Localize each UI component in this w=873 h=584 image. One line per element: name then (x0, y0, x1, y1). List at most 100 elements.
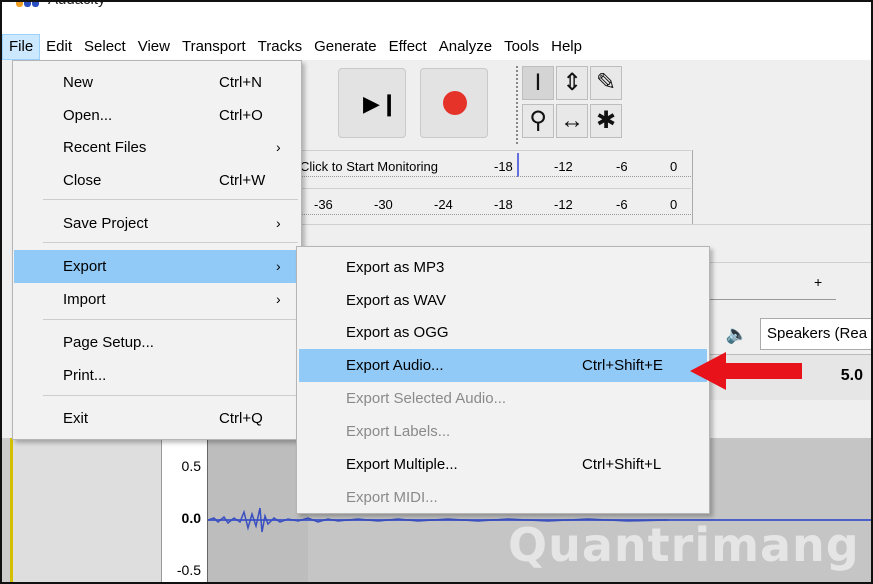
file-menu: New Ctrl+N Open... Ctrl+O Recent Files ›… (12, 60, 302, 440)
menu-item-label: Exit (63, 410, 89, 427)
track-control-panel[interactable] (10, 438, 162, 582)
toolbar-divider (298, 224, 871, 225)
menu-item-page-setup[interactable]: Page Setup... (14, 326, 300, 359)
menu-item-print[interactable]: Print... (14, 359, 300, 392)
menu-tracks[interactable]: Tracks (252, 34, 308, 60)
watermark: Quantrimang (508, 518, 860, 572)
annotation-arrow-icon (690, 352, 802, 390)
y-axis-label: 0.5 (181, 458, 201, 474)
menu-item-label: Export as OGG (346, 324, 449, 341)
chevron-right-icon: › (276, 215, 281, 231)
selection-tool-icon[interactable]: I (522, 66, 554, 100)
export-submenu: Export as MP3 Export as WAV Export as OG… (296, 246, 710, 514)
menu-item-label: Export (63, 258, 107, 275)
plus-icon: + (814, 274, 823, 290)
menu-item-label: Export as WAV (346, 292, 447, 309)
menu-item-shortcut: Ctrl+Shift+L (582, 456, 662, 473)
menu-transport[interactable]: Transport (176, 34, 252, 60)
menu-item-export-selected-audio: Export Selected Audio... (299, 382, 707, 415)
meter-tick-label: -6 (616, 197, 628, 212)
record-button[interactable] (420, 68, 488, 138)
menu-item-label: Close (63, 172, 102, 189)
y-axis-label: 0.0 (181, 510, 201, 526)
menu-generate[interactable]: Generate (308, 34, 383, 60)
menu-item-export-labels: Export Labels... (299, 415, 707, 448)
menu-separator (43, 242, 298, 243)
meter-tick-label: -36 (314, 197, 333, 212)
menu-item-open[interactable]: Open... Ctrl+O (14, 99, 300, 132)
meter-tick-label: -30 (374, 197, 393, 212)
playback-meter[interactable]: -36 -30 -24 -18 -12 -6 0 (298, 188, 691, 220)
toolbar-divider (706, 262, 871, 263)
meter-tick-label: 0 (670, 159, 678, 174)
menu-item-export-midi: Export MIDI... (299, 481, 707, 514)
timeshift-tool-icon[interactable]: ↔ (556, 104, 588, 138)
menu-item-label: Export Multiple... (346, 456, 458, 473)
zoom-tool-icon[interactable]: ⚲ (522, 104, 554, 138)
menu-item-shortcut: Ctrl+N (219, 74, 262, 91)
menu-view[interactable]: View (132, 34, 176, 60)
speaker-icon: 🔈 (725, 324, 749, 344)
menu-item-label: Export as MP3 (346, 259, 445, 276)
menu-item-save-project[interactable]: Save Project › (14, 207, 300, 240)
meter-tick-label: -12 (554, 197, 573, 212)
menu-item-label: Export Selected Audio... (346, 390, 507, 407)
meter-tick-label: -6 (616, 159, 628, 174)
menu-item-close[interactable]: Close Ctrl+W (14, 164, 300, 197)
meter-tick-label: 0 (670, 197, 678, 212)
meter-tick-label: -24 (434, 197, 453, 212)
menu-select[interactable]: Select (78, 34, 132, 60)
meter-grid (298, 214, 691, 215)
skip-to-end-button[interactable]: ▶❙ (338, 68, 406, 138)
menu-item-exit[interactable]: Exit Ctrl+Q (14, 402, 300, 435)
menu-item-export-wav[interactable]: Export as WAV (299, 284, 707, 317)
menu-item-import[interactable]: Import › (14, 283, 300, 316)
menu-item-label: New (63, 74, 94, 91)
menu-item-export-audio[interactable]: Export Audio... Ctrl+Shift+E (299, 349, 707, 382)
menu-separator (43, 395, 298, 396)
menu-item-label: Save Project (63, 215, 149, 232)
multi-tool-icon[interactable]: ✱ (590, 104, 622, 138)
menu-analyze[interactable]: Analyze (433, 34, 498, 60)
record-meter[interactable]: Click to Start Monitoring -18 -12 -6 0 (298, 150, 691, 182)
record-icon (443, 91, 467, 115)
menu-file[interactable]: File (2, 34, 41, 60)
draw-tool-icon[interactable]: ✎ (590, 66, 622, 100)
menu-item-label: Import (63, 291, 106, 308)
toolbar-grabber[interactable] (516, 66, 518, 144)
menu-tools[interactable]: Tools (498, 34, 545, 60)
menu-item-shortcut: Ctrl+O (219, 107, 263, 124)
menu-item-label: Print... (63, 367, 107, 384)
menu-item-export-multiple[interactable]: Export Multiple... Ctrl+Shift+L (299, 448, 707, 481)
menu-item-shortcut: Ctrl+Shift+E (582, 357, 663, 374)
menu-item-export-mp3[interactable]: Export as MP3 (299, 251, 707, 284)
menu-item-recent-files[interactable]: Recent Files › (14, 131, 300, 164)
menu-item-shortcut: Ctrl+Q (219, 410, 263, 427)
menu-item-label: Export Audio... (346, 357, 444, 374)
track-y-axis: 0.5 0.0 -0.5 (162, 438, 208, 582)
envelope-tool-icon[interactable]: ⇕ (556, 66, 588, 100)
menu-item-export-ogg[interactable]: Export as OGG (299, 316, 707, 349)
monitoring-prompt[interactable]: Click to Start Monitoring (300, 159, 438, 174)
menu-item-label: Export Labels... (346, 423, 451, 440)
menu-item-label: Page Setup... (63, 334, 154, 351)
menu-item-export[interactable]: Export › (14, 250, 300, 283)
window-title: Audacity (48, 0, 106, 8)
toolbar-divider (692, 150, 693, 224)
meter-cursor (517, 153, 519, 177)
playback-speed-slider[interactable]: + (706, 274, 836, 300)
skip-to-end-icon: ▶❙ (363, 91, 399, 116)
menu-item-shortcut: Ctrl+W (219, 172, 266, 189)
chevron-right-icon: › (276, 139, 281, 155)
menu-item-label: Recent Files (63, 139, 147, 156)
y-axis-label: -0.5 (176, 562, 201, 578)
menu-effect[interactable]: Effect (383, 34, 433, 60)
menu-help[interactable]: Help (545, 34, 588, 60)
menu-separator (43, 319, 298, 320)
menu-item-new[interactable]: New Ctrl+N (14, 66, 300, 99)
menu-edit[interactable]: Edit (40, 34, 78, 60)
meter-grid (298, 176, 691, 177)
chevron-right-icon: › (276, 258, 281, 274)
output-device-select[interactable]: Speakers (Rea (760, 318, 873, 350)
meter-tick-label: -18 (494, 159, 513, 174)
